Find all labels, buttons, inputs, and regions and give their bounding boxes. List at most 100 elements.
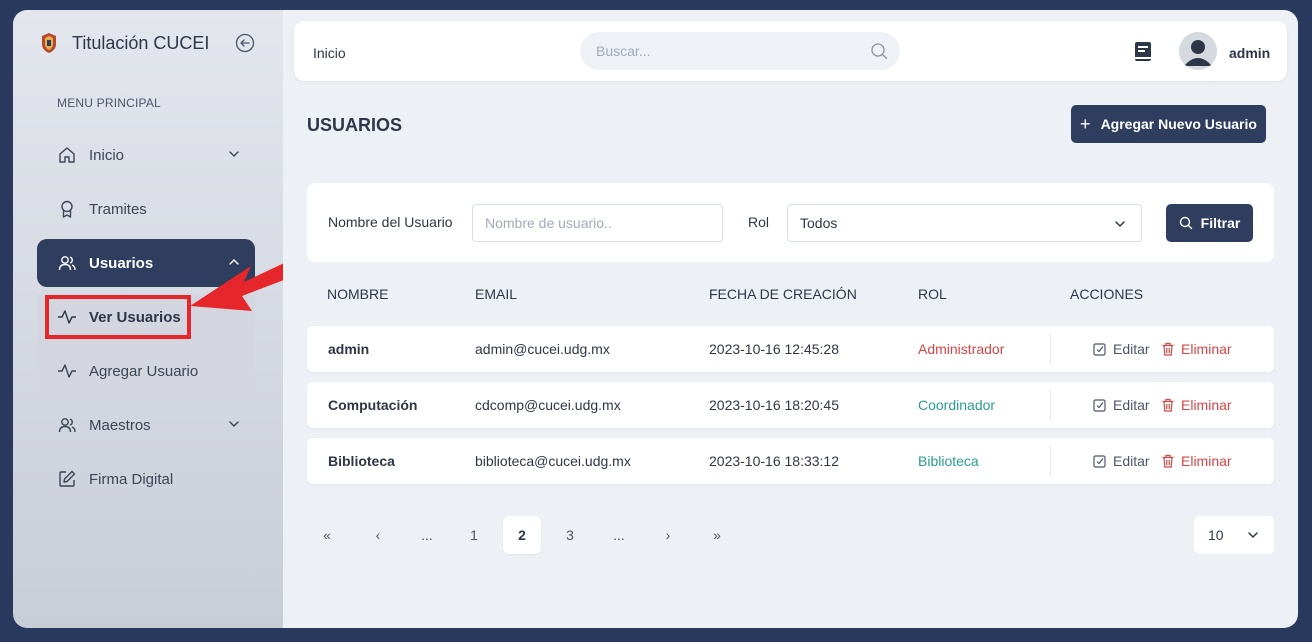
user-email: biblioteca@cucei.udg.mx (475, 453, 631, 469)
chevron-down-icon (229, 421, 239, 427)
collapse-sidebar-icon[interactable] (235, 33, 255, 53)
menu-section-label: MENU PRINCIPAL (57, 96, 161, 110)
user-role: Biblioteca (918, 453, 979, 469)
pagination-ellipsis: ... (613, 527, 625, 543)
table-row[interactable]: Biblioteca biblioteca@cucei.udg.mx 2023-… (307, 438, 1274, 484)
users-icon (57, 415, 77, 435)
edit-icon (1093, 342, 1107, 356)
user-created-date: 2023-10-16 18:20:45 (709, 397, 839, 413)
delete-button[interactable]: Eliminar (1161, 341, 1232, 357)
edit-label: Editar (1113, 397, 1150, 413)
edit-label: Editar (1113, 453, 1150, 469)
column-divider (1050, 446, 1051, 476)
sidebar-item-tramites[interactable]: Tramites (37, 185, 255, 233)
role-filter-label: Rol (748, 214, 770, 230)
name-filter-input[interactable] (472, 204, 723, 242)
column-header-nombre[interactable]: NOMBRE (327, 286, 388, 302)
brand[interactable]: Titulación CUCEI (40, 32, 209, 54)
edit-button[interactable]: Editar (1093, 341, 1150, 357)
trash-icon (1161, 342, 1175, 356)
search-input[interactable] (580, 32, 900, 70)
delete-label: Eliminar (1181, 397, 1232, 413)
user-name: Computación (328, 397, 418, 413)
submenu-item-agregar-usuario[interactable]: Agregar Usuario (37, 348, 255, 394)
prev-page-button[interactable]: ‹ (359, 516, 397, 554)
edit-icon (1093, 398, 1107, 412)
delete-label: Eliminar (1181, 453, 1232, 469)
edit-label: Editar (1113, 341, 1150, 357)
chevron-down-icon (1115, 221, 1125, 228)
current-page-button[interactable]: 2 (503, 516, 541, 554)
app-title: Titulación CUCEI (72, 32, 210, 53)
udg-seal-icon (42, 33, 56, 53)
edit-button[interactable]: Editar (1093, 397, 1150, 413)
pagination-ellipsis: ... (421, 527, 433, 543)
name-filter-label: Nombre del Usuario (328, 214, 453, 230)
delete-button[interactable]: Eliminar (1161, 397, 1232, 413)
user-role: Coordinador (918, 397, 996, 413)
role-filter-value: Todos (800, 215, 838, 231)
book-icon[interactable] (1133, 41, 1153, 63)
edit-square-icon (57, 469, 77, 489)
user-created-date: 2023-10-16 18:33:12 (709, 453, 839, 469)
user-name: Biblioteca (328, 453, 395, 469)
user-name: admin (328, 341, 370, 357)
add-user-button[interactable]: + Agregar Nuevo Usuario (1071, 105, 1266, 143)
search-icon[interactable] (870, 42, 888, 60)
edit-icon (1093, 454, 1107, 468)
home-icon (57, 145, 77, 165)
sidebar-item-label: Inicio (89, 146, 125, 164)
column-header-fecha[interactable]: FECHA DE CREACIÓN (709, 286, 857, 302)
user-role: Administrador (918, 341, 1005, 357)
page-button[interactable]: 1 (455, 516, 493, 554)
sidebar-item-label: Firma Digital (89, 470, 174, 488)
sidebar-item-label: Tramites (89, 200, 147, 218)
user-created-date: 2023-10-16 12:45:28 (709, 341, 839, 357)
first-page-button[interactable]: « (308, 516, 346, 554)
column-header-rol[interactable]: ROL (918, 286, 947, 302)
column-divider (1050, 334, 1051, 364)
table-row[interactable]: admin admin@cucei.udg.mx 2023-10-16 12:4… (307, 326, 1274, 372)
sidebar-item-label: Maestros (89, 416, 151, 434)
sidebar-item-firma-digital[interactable]: Firma Digital (37, 455, 255, 503)
user-email: admin@cucei.udg.mx (475, 341, 610, 357)
page-button[interactable]: 3 (551, 516, 589, 554)
sidebar-item-label: Usuarios (89, 254, 154, 272)
annotation-highlight-box (45, 295, 191, 339)
column-header-acciones: ACCIONES (1070, 286, 1144, 302)
breadcrumb[interactable]: Inicio (313, 45, 346, 61)
role-filter-select[interactable]: Todos (787, 204, 1142, 242)
plus-icon: + (1080, 113, 1091, 134)
search-icon (1179, 216, 1193, 230)
chevron-down-icon (1248, 532, 1258, 539)
submenu-item-label: Agregar Usuario (89, 362, 199, 380)
users-icon (57, 253, 77, 273)
sidebar-item-inicio[interactable]: Inicio (37, 131, 255, 179)
chevron-down-icon (229, 151, 239, 157)
trash-icon (1161, 454, 1175, 468)
last-page-button[interactable]: » (698, 516, 736, 554)
next-page-button[interactable]: › (649, 516, 687, 554)
column-header-email[interactable]: EMAIL (475, 286, 517, 302)
award-icon (57, 199, 77, 219)
column-divider (1050, 390, 1051, 420)
trash-icon (1161, 398, 1175, 412)
search-box (580, 32, 900, 70)
delete-label: Eliminar (1181, 341, 1232, 357)
username-label[interactable]: admin (1229, 45, 1270, 61)
table-row[interactable]: Computación cdcomp@cucei.udg.mx 2023-10-… (307, 382, 1274, 428)
page-title: USUARIOS (307, 115, 403, 135)
user-email: cdcomp@cucei.udg.mx (475, 397, 621, 413)
sidebar-item-maestros[interactable]: Maestros (37, 401, 255, 449)
edit-button[interactable]: Editar (1093, 453, 1150, 469)
filter-panel: Nombre del Usuario Rol Todos Filtrar (307, 183, 1274, 262)
activity-icon (57, 361, 77, 381)
per-page-select[interactable]: 10 (1194, 516, 1274, 554)
add-user-button-label: Agregar Nuevo Usuario (1100, 116, 1257, 132)
avatar[interactable] (1179, 32, 1217, 70)
topbar: Inicio admin (294, 21, 1287, 81)
delete-button[interactable]: Eliminar (1161, 453, 1232, 469)
filter-button[interactable]: Filtrar (1166, 204, 1253, 242)
filter-button-label: Filtrar (1200, 215, 1241, 231)
per-page-value: 10 (1208, 527, 1224, 543)
